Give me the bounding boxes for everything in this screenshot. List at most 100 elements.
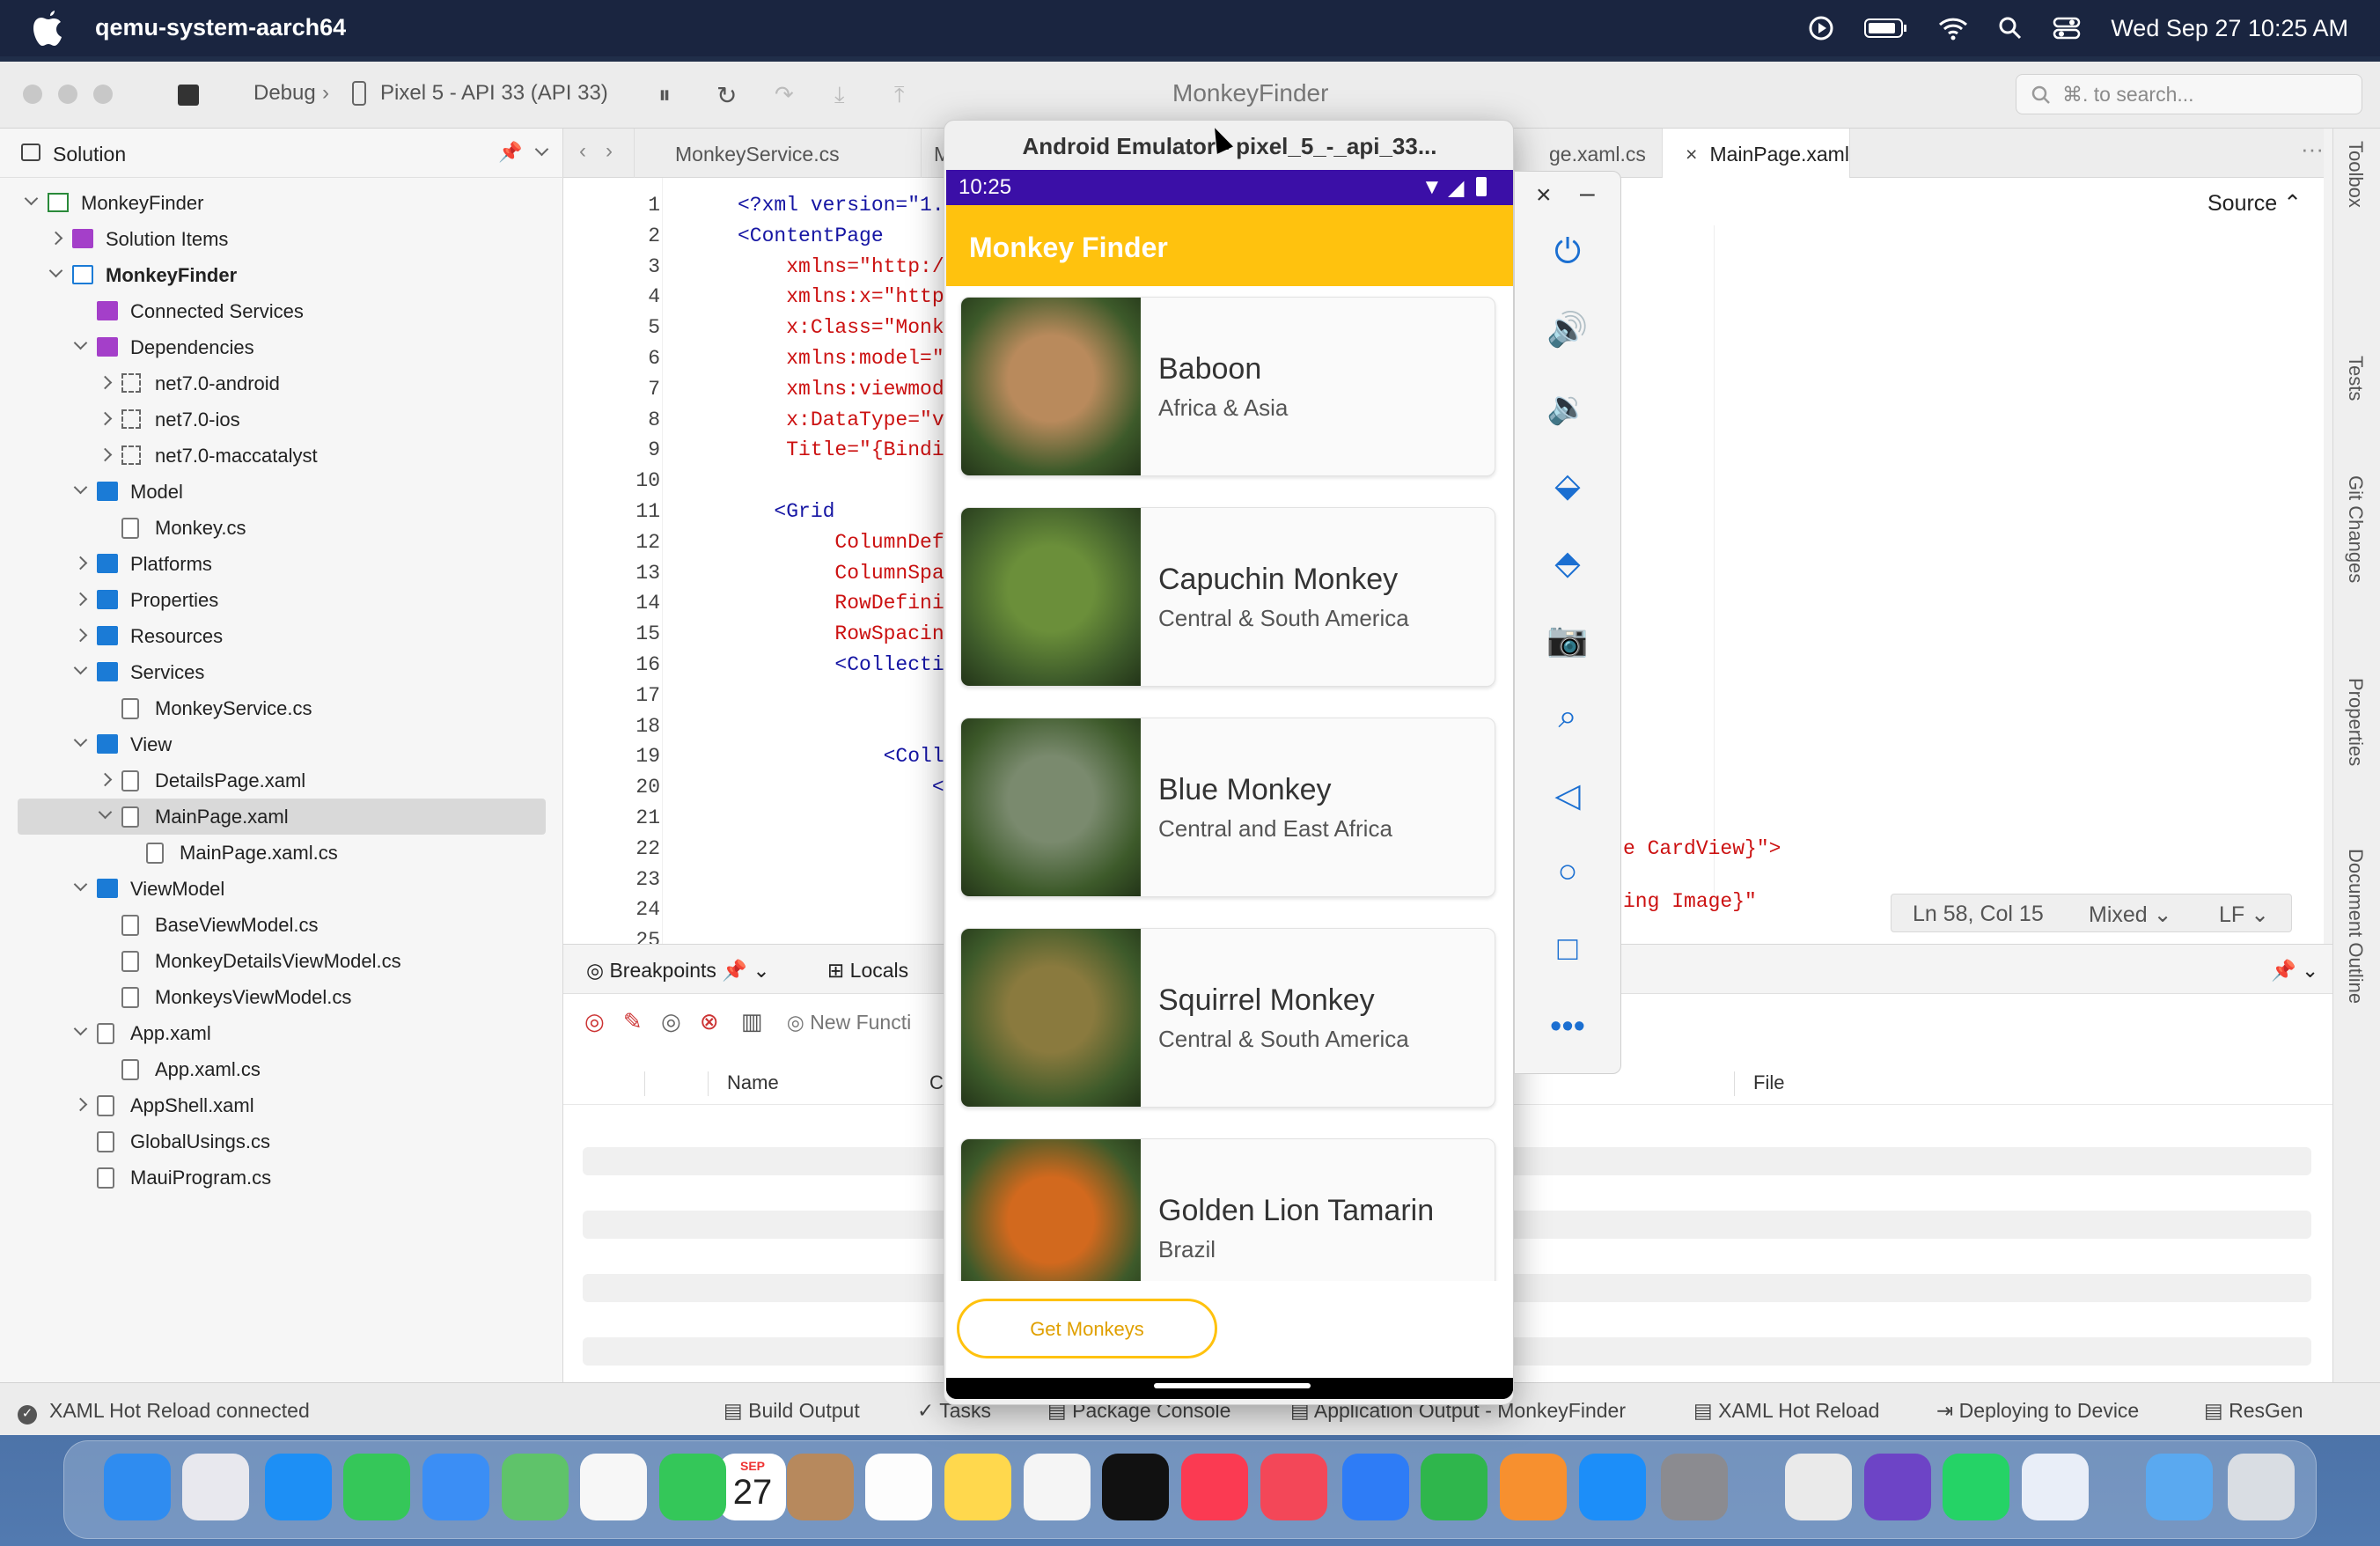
chevron-right-icon[interactable] [73, 628, 88, 643]
monkey-card[interactable]: Baboon Africa & Asia [960, 297, 1495, 476]
rotate-right-icon[interactable]: ⬘ [1545, 543, 1590, 589]
minimize-icon[interactable]: – [1580, 179, 1595, 209]
camera-icon[interactable]: 📷 [1545, 621, 1590, 666]
chrome-icon[interactable] [1785, 1454, 1853, 1520]
volume-down-icon[interactable]: 🔉 [1545, 388, 1590, 434]
battery-icon[interactable] [1864, 17, 1908, 40]
deploying-tab[interactable]: ⇥ Deploying to Device [1936, 1399, 2139, 1423]
search-input[interactable]: ⌘. to search... [2016, 74, 2362, 114]
chevron-down-icon[interactable] [48, 263, 63, 278]
more-icon[interactable]: ••• [1545, 1008, 1590, 1054]
finder-icon[interactable] [103, 1454, 171, 1520]
downloads-folder-icon[interactable] [2146, 1454, 2214, 1520]
power-icon[interactable]: ⏻ [1545, 233, 1590, 279]
play-icon[interactable] [1808, 15, 1834, 41]
tree-item[interactable]: Model [0, 474, 563, 510]
tree-item[interactable]: MonkeyFinder [0, 257, 563, 293]
chevron-down-icon[interactable] [98, 805, 113, 820]
home-gesture-pill[interactable] [1154, 1383, 1311, 1388]
pages-icon[interactable] [1499, 1454, 1567, 1520]
tree-item[interactable]: net7.0-android [0, 365, 563, 401]
git-changes-tab[interactable]: Git Changes [2344, 475, 2367, 583]
source-dropdown[interactable]: Source ⌃ [2207, 190, 2302, 217]
breakpoint-toggle-icon[interactable]: ◎ [661, 1008, 681, 1034]
locals-tab[interactable]: ⊞ Locals [827, 959, 908, 983]
tree-item[interactable]: Solution Items [0, 221, 563, 257]
pin-icon[interactable]: 📌 [498, 141, 522, 164]
monkey-card[interactable]: Golden Lion Tamarin Brazil [960, 1138, 1495, 1281]
device-selector[interactable]: Pixel 5 - API 33 (API 33) [380, 81, 608, 106]
resgen-tab[interactable]: ▤ ResGen [2204, 1399, 2303, 1423]
chevron-right-icon[interactable] [98, 375, 113, 390]
close-icon[interactable]: × [1536, 180, 1552, 210]
zoom-icon[interactable]: ⌕ [1545, 698, 1590, 744]
monkey-card[interactable]: Capuchin Monkey Central & South America [960, 507, 1495, 687]
tree-item[interactable]: BaseViewModel.cs [0, 907, 563, 943]
reminders-icon[interactable] [865, 1454, 933, 1520]
line-ending[interactable]: LF ⌄ [2219, 902, 2269, 928]
indent-mode[interactable]: Mixed ⌄ [2089, 902, 2172, 928]
phone-screen[interactable]: 10:25 ▼ ◢ Monkey Finder Baboon Africa & A… [946, 170, 1513, 1399]
tree-item[interactable]: DetailsPage.xaml [0, 762, 563, 799]
system-settings-icon[interactable] [1660, 1454, 1728, 1520]
tree-item[interactable]: AppShell.xaml [0, 1087, 563, 1123]
chevron-right-icon[interactable] [98, 447, 113, 462]
nav-forward-icon[interactable]: › [606, 139, 613, 164]
tree-item[interactable]: Platforms [0, 546, 563, 582]
pin-icon[interactable]: 📌 ⌄ [2271, 959, 2318, 983]
new-function-breakpoint[interactable]: ◎ New Functi [787, 1011, 912, 1034]
document-outline-tab[interactable]: Document Outline [2344, 849, 2367, 1004]
photos-icon[interactable] [580, 1454, 648, 1520]
breakpoint-new-icon[interactable]: ◎ [584, 1008, 605, 1034]
hot-reload-status[interactable]: ✓ XAML Hot Reload connected [18, 1399, 310, 1425]
tree-item[interactable]: MonkeyService.cs [0, 690, 563, 726]
news-icon[interactable] [1260, 1454, 1327, 1520]
back-icon[interactable]: ◁ [1545, 776, 1590, 821]
more-icon[interactable]: ··· [2301, 136, 2324, 163]
safari-icon[interactable] [264, 1454, 332, 1520]
zoom-window-button[interactable] [93, 85, 113, 104]
contacts-icon[interactable] [786, 1454, 854, 1520]
wifi-icon[interactable] [1938, 16, 1968, 40]
keynote-icon[interactable] [1341, 1454, 1409, 1520]
tests-tab[interactable]: Tests [2344, 356, 2367, 401]
chevron-right-icon[interactable] [48, 231, 63, 246]
tree-item[interactable]: Monkey.cs [0, 510, 563, 546]
minimize-window-button[interactable] [58, 85, 77, 104]
chevron-down-icon[interactable] [73, 335, 88, 350]
tree-item[interactable]: Properties [0, 582, 563, 618]
step-into-icon[interactable]: ⤓ [834, 81, 845, 109]
apple-icon[interactable] [33, 11, 63, 46]
tree-item[interactable]: MonkeyFinder [0, 185, 563, 221]
chevron-down-icon[interactable] [73, 877, 88, 892]
chevron-down-icon[interactable] [73, 660, 88, 675]
tree-item[interactable]: MainPage.xaml [18, 799, 546, 835]
tree-item[interactable]: Connected Services [0, 293, 563, 329]
overview-icon[interactable]: □ [1545, 931, 1590, 976]
chevron-down-icon[interactable] [73, 480, 88, 495]
tab-mainpage-xaml[interactable]: × MainPage.xaml [1662, 129, 1850, 178]
spotlight-search-icon[interactable] [1998, 16, 2023, 40]
breakpoint-columns-icon[interactable]: ▥ [741, 1008, 763, 1034]
toolbox-tab[interactable]: Toolbox [2344, 141, 2367, 208]
launchpad-icon[interactable] [182, 1454, 250, 1520]
build-output-tab[interactable]: ▤ Build Output [724, 1399, 860, 1423]
volume-up-icon[interactable]: 🔊 [1545, 311, 1590, 357]
tree-item[interactable]: App.xaml.cs [0, 1051, 563, 1087]
tree-item[interactable]: Resources [0, 618, 563, 654]
tree-item[interactable]: MonkeyDetailsViewModel.cs [0, 943, 563, 979]
breakpoint-edit-icon[interactable]: ✎ [623, 1008, 643, 1034]
pause-icon[interactable]: ⏸ [658, 81, 671, 110]
tree-item[interactable]: App.xaml [0, 1015, 563, 1051]
chevron-down-icon[interactable] [24, 191, 39, 206]
nav-back-icon[interactable]: ‹ [579, 139, 586, 164]
monkey-card[interactable]: Blue Monkey Central and East Africa [960, 718, 1495, 897]
music-icon[interactable] [1180, 1454, 1248, 1520]
rotate-left-icon[interactable]: ⬙ [1545, 466, 1590, 512]
chevron-right-icon[interactable] [73, 1097, 88, 1112]
tree-item[interactable]: MonkeysViewModel.cs [0, 979, 563, 1015]
close-window-button[interactable] [23, 85, 42, 104]
column-file[interactable]: File [1753, 1071, 1784, 1094]
chevron-down-icon[interactable] [534, 142, 549, 157]
chevron-down-icon[interactable] [73, 733, 88, 747]
